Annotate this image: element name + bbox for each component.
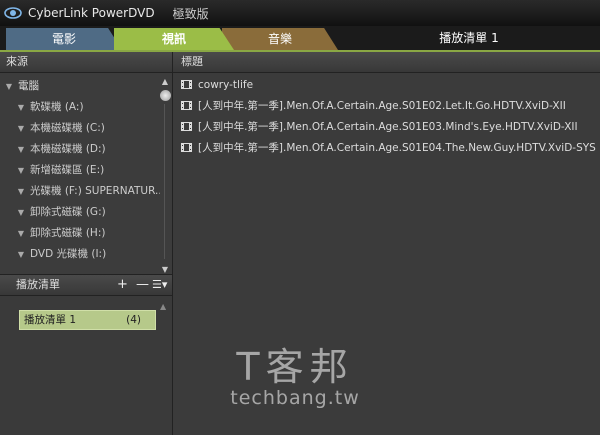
title-bar: CyberLink PowerDVD 極致版: [0, 0, 600, 26]
source-item-drive-h[interactable]: ▼ 卸除式磁碟 (H:): [0, 223, 160, 244]
source-item-label: 新增磁碟區 (E:): [30, 164, 105, 176]
file-row[interactable]: cowry-tlife: [173, 75, 600, 96]
scroll-up-icon[interactable]: ▲: [159, 76, 171, 88]
source-item-label: 本機磁碟機 (C:): [30, 122, 105, 134]
expand-arrow-icon[interactable]: ▼: [14, 160, 28, 181]
source-item-label: 卸除式磁碟 (G:): [30, 206, 106, 218]
playlists-header-label: 播放清單: [16, 278, 60, 291]
source-item-drive-g[interactable]: ▼ 卸除式磁碟 (G:): [0, 202, 160, 223]
source-tree: ▼ 電腦 ▼ 軟碟機 (A:) ▼ 本機磁碟機 (C:) ▼ 本機磁碟機 (D:) ▼ 新…: [0, 76, 160, 265]
source-item-computer[interactable]: ▼ 電腦: [0, 76, 160, 97]
watermark-brand: T客邦: [236, 345, 354, 389]
playlist-item[interactable]: 播放清單 1 (4): [19, 310, 156, 330]
file-row[interactable]: [人到中年.第一季].Men.Of.A.Certain.Age.S01E04.T…: [173, 138, 600, 159]
source-item-drive-a[interactable]: ▼ 軟碟機 (A:): [0, 97, 160, 118]
current-playlist-title: 播放清單 1: [439, 31, 499, 45]
title-column-header[interactable]: 標題: [173, 52, 600, 73]
scroll-thumb[interactable]: [159, 90, 171, 101]
playlists-header: 播放清單 + — ☰▾: [0, 274, 172, 296]
source-scrollbar[interactable]: ▲ ▼: [159, 76, 171, 274]
techbang-watermark: T客邦 techbang.tw: [215, 345, 375, 409]
add-playlist-button[interactable]: +: [117, 275, 128, 295]
source-item-drive-e[interactable]: ▼ 新增磁碟區 (E:): [0, 160, 160, 181]
watermark-url: techbang.tw: [230, 387, 360, 409]
source-item-label: 本機磁碟機 (D:): [30, 143, 106, 155]
video-file-icon: [181, 122, 192, 131]
remove-playlist-button[interactable]: —: [136, 275, 149, 295]
source-item-drive-f[interactable]: ▼ 光碟機 (F:) SUPERNATUR...: [0, 181, 160, 202]
expand-arrow-icon[interactable]: ▼: [14, 118, 28, 139]
sources-header: 來源: [0, 52, 172, 73]
source-item-drive-d[interactable]: ▼ 本機磁碟機 (D:): [0, 139, 160, 160]
expand-arrow-icon[interactable]: ▼: [14, 97, 28, 118]
expand-arrow-icon[interactable]: ▼: [14, 244, 28, 265]
source-item-label: DVD 光碟機 (I:): [30, 248, 107, 260]
scroll-track[interactable]: [164, 104, 165, 259]
source-item-label: 卸除式磁碟 (H:): [30, 227, 106, 239]
expand-arrow-icon[interactable]: ▼: [14, 223, 28, 244]
file-title: cowry-tlife: [198, 79, 254, 91]
powerdvd-logo-icon: [4, 7, 22, 19]
source-item-label: 軟碟機 (A:): [30, 101, 84, 113]
source-item-drive-c[interactable]: ▼ 本機磁碟機 (C:): [0, 118, 160, 139]
expand-arrow-icon[interactable]: ▼: [14, 181, 28, 202]
app-name: CyberLink PowerDVD: [28, 6, 155, 20]
edition-label: 極致版: [172, 6, 209, 21]
file-title: [人到中年.第一季].Men.Of.A.Certain.Age.S01E02.L…: [198, 100, 566, 112]
expand-arrow-icon[interactable]: ▼: [14, 139, 28, 160]
video-file-icon: [181, 80, 192, 89]
tab-movie[interactable]: 電影: [6, 28, 122, 50]
scroll-up-icon[interactable]: ▲: [160, 302, 166, 311]
video-file-icon: [181, 101, 192, 110]
source-item-drive-i[interactable]: ▼ DVD 光碟機 (I:): [0, 244, 160, 265]
playlist-count: (4): [126, 314, 141, 326]
file-list: cowry-tlife [人到中年.第一季].Men.Of.A.Certain.…: [173, 73, 600, 159]
file-title: [人到中年.第一季].Men.Of.A.Certain.Age.S01E03.M…: [198, 121, 578, 133]
source-item-label: 光碟機 (F:) SUPERNATUR...: [30, 185, 160, 197]
video-file-icon: [181, 143, 192, 152]
file-row[interactable]: [人到中年.第一季].Men.Of.A.Certain.Age.S01E03.M…: [173, 117, 600, 138]
scroll-down-icon[interactable]: ▼: [159, 265, 171, 274]
library-sidebar: 來源 ▼ 電腦 ▼ 軟碟機 (A:) ▼ 本機磁碟機 (C:) ▼ 本機磁碟機 (D:)…: [0, 52, 173, 435]
list-menu-icon[interactable]: ☰▾: [152, 275, 167, 295]
source-item-label: 電腦: [18, 80, 39, 92]
tab-music[interactable]: 音樂: [222, 28, 338, 50]
file-title: [人到中年.第一季].Men.Of.A.Certain.Age.S01E04.T…: [198, 142, 596, 154]
expand-arrow-icon[interactable]: ▼: [2, 76, 16, 97]
tab-video[interactable]: 視訊: [114, 28, 234, 50]
playlist-list: 播放清單 1 (4) ▲: [0, 296, 172, 435]
file-row[interactable]: [人到中年.第一季].Men.Of.A.Certain.Age.S01E02.L…: [173, 96, 600, 117]
expand-arrow-icon[interactable]: ▼: [14, 202, 28, 223]
playlist-name: 播放清單 1: [24, 314, 77, 326]
